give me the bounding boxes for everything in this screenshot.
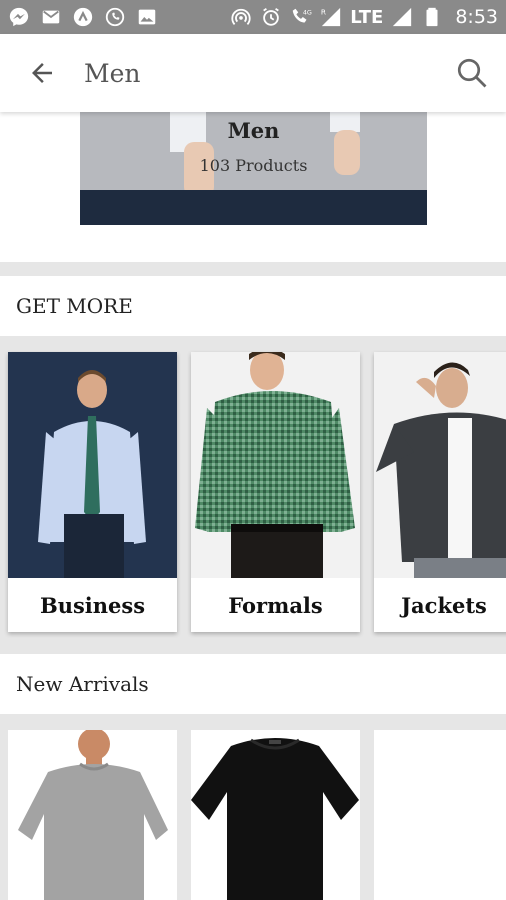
battery-icon <box>421 6 443 28</box>
hero-title: Men <box>227 118 280 143</box>
svg-text:R: R <box>321 7 326 16</box>
category-label-formals: Formals <box>228 592 323 618</box>
alarm-icon <box>260 6 282 28</box>
search-icon <box>457 58 487 88</box>
category-card-jackets[interactable]: Jackets <box>374 352 506 632</box>
arrow-left-icon <box>32 63 52 83</box>
get-more-heading: GET MORE <box>0 276 506 336</box>
back-button[interactable] <box>22 53 62 93</box>
whatsapp-icon <box>104 6 126 28</box>
wifi-calling-icon: 4G <box>290 6 312 28</box>
jackets-photo <box>374 352 506 578</box>
app-bar: Men <box>0 34 506 112</box>
signal-icon <box>391 6 413 28</box>
status-bar: 4G R LTE 8:53 <box>0 0 506 34</box>
hero-photo-pants <box>80 190 427 225</box>
hero-banner[interactable]: Men 103 Products <box>80 112 427 225</box>
hotspot-icon <box>230 6 252 28</box>
black-tshirt-photo <box>191 730 360 900</box>
messenger-icon <box>8 6 30 28</box>
arrival-placeholder <box>374 730 506 900</box>
category-carousel[interactable]: Business Formals Jackets <box>0 352 506 636</box>
signal-roaming-icon: R <box>320 6 342 28</box>
system-icons: 4G R LTE 8:53 <box>230 6 498 28</box>
app-notification-icon <box>72 6 94 28</box>
gmail-icon <box>40 6 62 28</box>
clock: 8:53 <box>455 6 498 28</box>
business-photo <box>8 352 177 578</box>
category-label-business: Business <box>39 592 146 618</box>
new-arrivals-heading: New Arrivals <box>0 654 506 714</box>
category-label-jackets: Jackets <box>401 592 487 618</box>
grey-tshirt-photo <box>8 730 177 900</box>
category-card-business[interactable]: Business <box>8 352 177 632</box>
network-type: LTE <box>350 6 384 28</box>
search-button[interactable] <box>452 53 492 93</box>
arrival-card-black-tshirt[interactable] <box>191 730 360 900</box>
category-card-formals[interactable]: Formals <box>191 352 360 632</box>
page-title: Men <box>84 58 141 88</box>
arrival-card-grey-tshirt[interactable] <box>8 730 177 900</box>
hero-section: Men 103 Products <box>0 112 506 262</box>
formals-photo <box>191 352 360 578</box>
notification-icons <box>8 6 158 28</box>
gallery-icon <box>136 6 158 28</box>
svg-text:4G: 4G <box>303 8 312 16</box>
hero-product-count: 103 Products <box>199 156 308 175</box>
